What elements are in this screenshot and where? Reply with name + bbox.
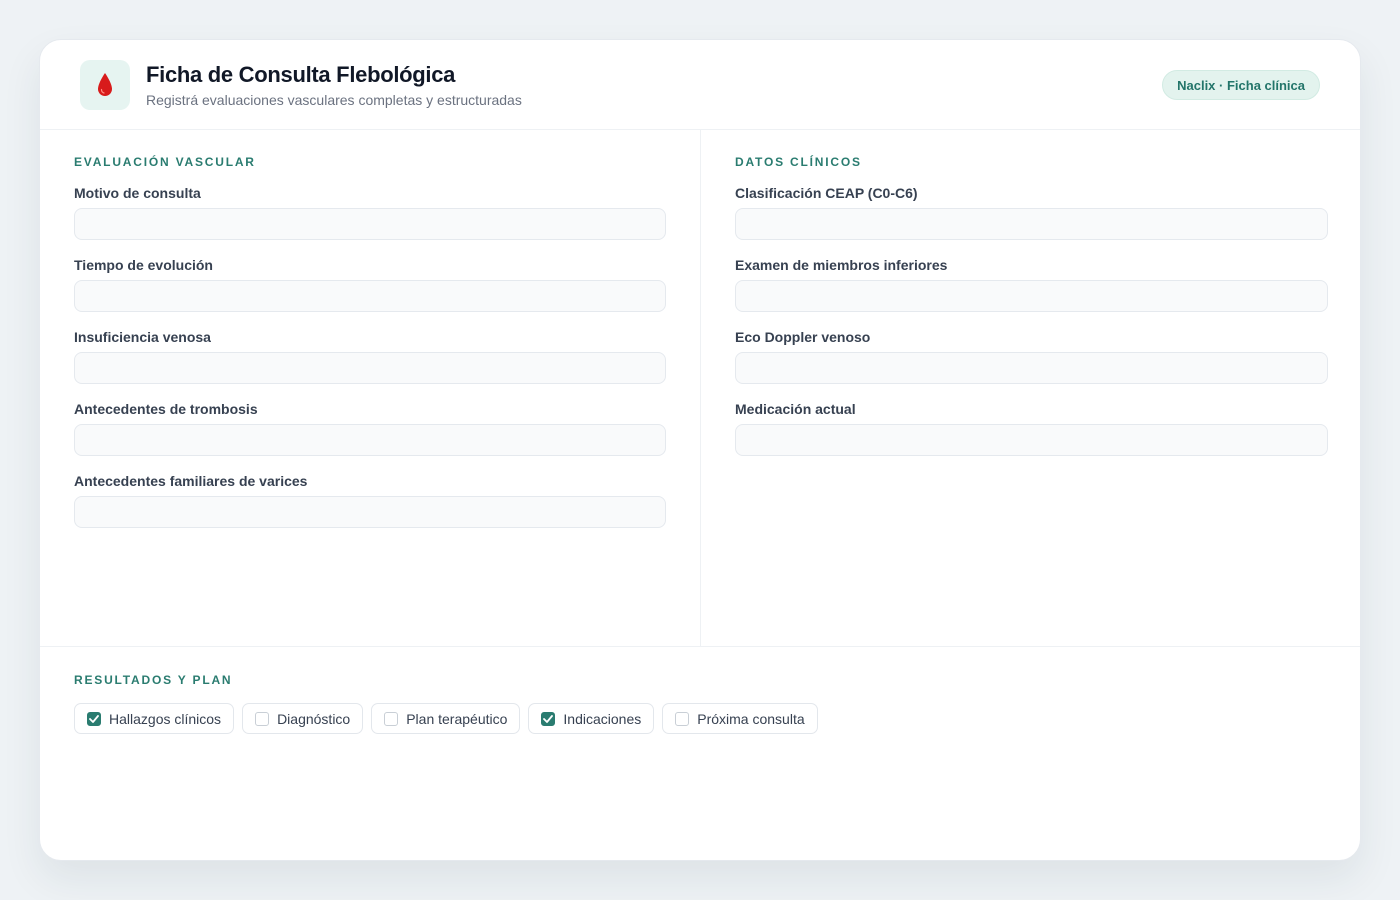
- checkbox-unchecked-icon[interactable]: [675, 711, 690, 726]
- checkbox-indicaciones[interactable]: Indicaciones: [528, 703, 655, 734]
- checkbox-label: Indicaciones: [563, 710, 642, 727]
- motivo-consulta-input[interactable]: [74, 208, 666, 240]
- checkbox-checked-icon[interactable]: [87, 711, 101, 726]
- checkbox-hallazgos-clinicos[interactable]: Hallazgos clínicos: [74, 703, 235, 734]
- section-title: Evaluación vascular: [74, 155, 256, 169]
- checkbox-label: Hallazgos clínicos: [109, 710, 222, 727]
- checkbox-proxima-consulta[interactable]: Próxima consulta: [662, 703, 818, 734]
- form-field: Motivo de consulta: [74, 186, 666, 240]
- antecedentes-varices-input[interactable]: [74, 496, 666, 528]
- form-field: Clasificación CEAP (C0-C6): [735, 186, 1328, 240]
- eco-doppler-input[interactable]: [735, 352, 1328, 384]
- results-checklist: Hallazgos clínicos Diagnóstico Plan tera…: [74, 703, 1328, 734]
- checkbox-diagnostico[interactable]: Diagnóstico: [242, 703, 364, 734]
- form-field: Insuficiencia venosa: [74, 330, 666, 384]
- tiempo-evolucion-input[interactable]: [74, 280, 666, 312]
- checkbox-label: Próxima consulta: [697, 710, 805, 727]
- page-title: Ficha de Consulta Flebológica: [146, 62, 456, 87]
- field-label: Motivo de consulta: [74, 185, 201, 201]
- checkbox-plan-terapeutico[interactable]: Plan terapéutico: [371, 703, 521, 734]
- form-field: Tiempo de evolución: [74, 258, 666, 312]
- insuficiencia-venosa-input[interactable]: [74, 352, 666, 384]
- checkbox-unchecked-icon[interactable]: [384, 711, 399, 726]
- consultation-card: Ficha de Consulta Flebológica Registrá e…: [39, 39, 1361, 861]
- checkbox-label: Plan terapéutico: [406, 710, 508, 727]
- checkbox-label: Diagnóstico: [277, 710, 351, 727]
- field-label: Antecedentes familiares de varices: [74, 473, 308, 489]
- card-header: Ficha de Consulta Flebológica Registrá e…: [40, 40, 1360, 130]
- field-label: Clasificación CEAP (C0-C6): [735, 185, 918, 201]
- field-label: Tiempo de evolución: [74, 257, 213, 273]
- ceap-classification-input[interactable]: [735, 208, 1328, 240]
- section-title: Datos clínicos: [735, 155, 862, 169]
- section-title: Resultados y plan: [74, 673, 233, 687]
- form-field: Medicación actual: [735, 402, 1328, 456]
- form-columns: Evaluación vascular Motivo de consulta T…: [40, 130, 1360, 647]
- field-label: Antecedentes de trombosis: [74, 401, 258, 417]
- field-label: Examen de miembros inferiores: [735, 257, 948, 273]
- page-subtitle: Registrá evaluaciones vasculares complet…: [146, 92, 522, 108]
- app-badge: Naclix · Ficha clínica: [1162, 70, 1320, 100]
- checkbox-checked-icon[interactable]: [541, 711, 556, 726]
- clinical-data-section: Datos clínicos Clasificación CEAP (C0-C6…: [701, 130, 1360, 646]
- form-field: Examen de miembros inferiores: [735, 258, 1328, 312]
- checkbox-unchecked-icon[interactable]: [255, 711, 270, 726]
- field-label: Insuficiencia venosa: [74, 329, 211, 345]
- lower-limb-exam-input[interactable]: [735, 280, 1328, 312]
- results-plan-section: Resultados y plan Hallazgos clínicos Dia…: [40, 648, 1360, 860]
- field-label: Medicación actual: [735, 401, 856, 417]
- form-field: Eco Doppler venoso: [735, 330, 1328, 384]
- current-medication-input[interactable]: [735, 424, 1328, 456]
- antecedentes-trombosis-input[interactable]: [74, 424, 666, 456]
- field-label: Eco Doppler venoso: [735, 329, 871, 345]
- form-field: Antecedentes de trombosis: [74, 402, 666, 456]
- form-field: Antecedentes familiares de varices: [74, 474, 666, 528]
- blood-drop-icon: [98, 73, 112, 96]
- logo: [80, 60, 130, 110]
- vascular-evaluation-section: Evaluación vascular Motivo de consulta T…: [40, 130, 701, 646]
